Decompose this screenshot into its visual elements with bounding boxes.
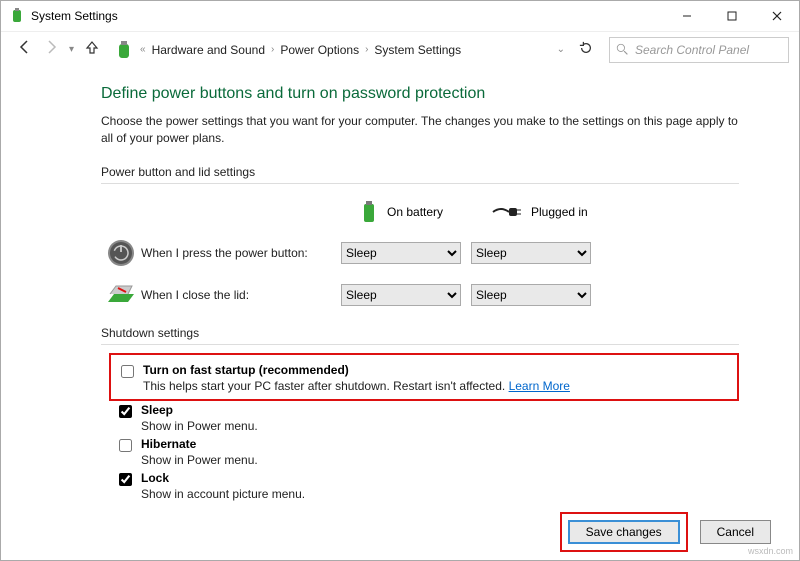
power-button-section-title: Power button and lid settings <box>101 161 739 184</box>
forward-button[interactable] <box>43 39 59 60</box>
search-icon <box>616 43 629 56</box>
search-input[interactable]: Search Control Panel <box>609 37 789 63</box>
minimize-button[interactable] <box>664 1 709 31</box>
fast-startup-desc: This helps start your PC faster after sh… <box>143 379 509 393</box>
save-highlight: Save changes <box>560 512 688 552</box>
window-controls <box>664 1 799 31</box>
save-button[interactable]: Save changes <box>568 520 680 544</box>
content-area: Define power buttons and turn on passwor… <box>1 67 799 503</box>
shutdown-section-title: Shutdown settings <box>101 322 739 345</box>
chevron-right-icon: › <box>365 44 368 55</box>
power-options-icon <box>9 8 25 24</box>
control-panel-icon <box>114 40 134 60</box>
sleep-desc: Show in Power menu. <box>141 419 258 433</box>
up-button[interactable] <box>84 39 100 60</box>
power-button-plugged-select[interactable]: Sleep <box>471 242 591 264</box>
maximize-button[interactable] <box>709 1 754 31</box>
cancel-button[interactable]: Cancel <box>700 520 771 544</box>
search-placeholder: Search Control Panel <box>635 43 749 57</box>
lid-icon <box>106 284 136 306</box>
window: { "titlebar": { "title": "System Setting… <box>0 0 800 561</box>
hibernate-desc: Show in Power menu. <box>141 453 258 467</box>
sleep-checkbox[interactable] <box>119 405 132 418</box>
watermark: wsxdn.com <box>748 546 793 556</box>
close-button[interactable] <box>754 1 799 31</box>
fast-startup-label: Turn on fast startup (recommended) <box>143 363 570 377</box>
lock-desc: Show in account picture menu. <box>141 487 305 501</box>
battery-icon <box>361 201 377 223</box>
lid-row: When I close the lid: Sleep Sleep <box>101 274 739 316</box>
titlebar: System Settings <box>1 1 799 31</box>
window-title: System Settings <box>31 9 664 23</box>
back-button[interactable] <box>17 39 33 60</box>
page-description: Choose the power settings that you want … <box>101 113 739 147</box>
breadcrumb[interactable]: « Hardware and Sound › Power Options › S… <box>110 40 599 60</box>
lid-label: When I close the lid: <box>141 288 341 302</box>
power-button-row: When I press the power button: Sleep Sle… <box>101 232 739 274</box>
recent-locations-button[interactable]: ▾ <box>69 44 74 55</box>
plugged-in-label: Plugged in <box>531 205 588 219</box>
breadcrumb-item[interactable]: Hardware and Sound <box>152 43 265 57</box>
chevron-right-icon: › <box>271 44 274 55</box>
navbar: ▾ « Hardware and Sound › Power Options ›… <box>1 31 799 67</box>
hibernate-label: Hibernate <box>141 437 258 451</box>
fast-startup-highlight: Turn on fast startup (recommended) This … <box>109 353 739 401</box>
hibernate-checkbox[interactable] <box>119 439 132 452</box>
footer: Save changes Cancel <box>560 512 771 552</box>
power-button-icon <box>107 239 135 267</box>
lock-checkbox[interactable] <box>119 473 132 486</box>
page-heading: Define power buttons and turn on passwor… <box>101 85 739 103</box>
lid-battery-select[interactable]: Sleep <box>341 284 461 306</box>
power-button-label: When I press the power button: <box>141 246 341 260</box>
lock-label: Lock <box>141 471 305 485</box>
breadcrumb-item[interactable]: Power Options <box>280 43 359 57</box>
breadcrumb-sep-icon: « <box>140 44 146 55</box>
breadcrumb-item[interactable]: System Settings <box>374 43 461 57</box>
power-button-battery-select[interactable]: Sleep <box>341 242 461 264</box>
power-columns-header: On battery Plugged in <box>101 192 739 232</box>
sleep-label: Sleep <box>141 403 258 417</box>
lid-plugged-select[interactable]: Sleep <box>471 284 591 306</box>
learn-more-link[interactable]: Learn More <box>509 379 570 393</box>
fast-startup-checkbox[interactable] <box>121 365 134 378</box>
breadcrumb-dropdown-button[interactable]: ⌄ <box>557 44 565 55</box>
on-battery-label: On battery <box>387 205 443 219</box>
refresh-button[interactable] <box>579 41 593 58</box>
plug-icon <box>491 204 521 220</box>
